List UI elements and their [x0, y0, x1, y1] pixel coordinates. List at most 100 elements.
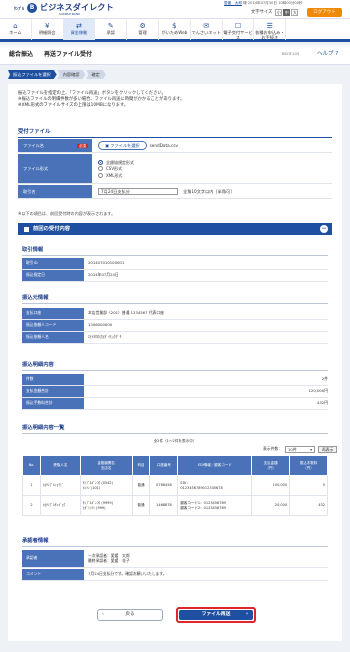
- nav-approval[interactable]: ✎ 承認: [95, 19, 128, 40]
- page-size-label: 表示件数：: [263, 446, 282, 452]
- chevron-left-icon: ‹: [102, 612, 104, 617]
- font-size-switcher: 文字サイズ 小 中 大: [251, 9, 299, 16]
- chevron-right-icon: ›: [246, 612, 248, 617]
- required-badge: 必須: [77, 143, 88, 148]
- total-amount: 120,000円: [308, 387, 329, 393]
- fund-transfer-icon: ⇄: [76, 22, 82, 30]
- brand-sub: SAMPLE BANK: [59, 12, 81, 16]
- logout-button[interactable]: ログアウト: [307, 8, 342, 17]
- help-link[interactable]: ヘルプ ?: [317, 51, 338, 58]
- cell-edi: 顧客コード1：0123456789 顧客コード2：0123456789: [177, 495, 253, 516]
- file-name-label: ファイル名 必須: [18, 139, 92, 152]
- nav-home[interactable]: ⌂ ホーム: [0, 19, 32, 40]
- back-label: 戻る: [125, 612, 135, 617]
- page-size-select[interactable]: 10件: [284, 446, 315, 453]
- nav-label: 各種お申込み・お手続き: [255, 30, 285, 41]
- file-name-row: ファイル名 必須 ▣ ファイルを選択 sendData.csv: [18, 139, 332, 153]
- page-size-control: 表示件数： 10件 再表示: [263, 446, 338, 453]
- nav-management[interactable]: ⚙ 管理: [127, 19, 159, 40]
- row-label: 支払口座: [22, 308, 84, 319]
- cell-fee: 432: [289, 495, 328, 516]
- requester-name: ｴﾋﾒﾀﾛｳ(ｶ)ﾀﾞｲﾋｮｳｸﾞﾁ: [88, 333, 122, 339]
- nav-inquiry[interactable]: ¥ 明細照会: [32, 19, 64, 40]
- nav-gaitame[interactable]: $ がいためWeb: [159, 19, 191, 40]
- row-label: 件数: [22, 374, 84, 385]
- help-label: ヘルプ: [317, 51, 334, 57]
- step-confirm: 内容確認: [58, 70, 86, 79]
- requester-code-row: 振込依頼人コード 1306000000: [22, 320, 328, 332]
- col-edi: EDI情報／顧客コード: [177, 455, 253, 476]
- radio[interactable]: [98, 172, 103, 178]
- divider: [22, 370, 328, 371]
- col-no: No.: [22, 455, 41, 476]
- source-section-title: 振込元情報: [22, 295, 49, 301]
- square-icon: [24, 226, 29, 232]
- nav-fund-transfer[interactable]: ⇄ 資金移動: [63, 19, 96, 40]
- comment-text: 7月24日支払分です。確認お願いいたします。: [88, 570, 167, 576]
- bank-name: ｻﾝﾌﾟﾙ: [14, 5, 24, 11]
- summary-section-title: 振込明細内容: [22, 362, 54, 368]
- font-size-large[interactable]: 大: [291, 9, 299, 16]
- format-option-xml[interactable]: XML形式: [98, 172, 134, 178]
- page-subtitle: 再送ファイル受付: [44, 51, 93, 58]
- radio-selected[interactable]: [98, 159, 103, 165]
- comment-row: コメント 7月24日支払分です。確認お願いいたします。: [22, 569, 328, 581]
- action-buttons: ‹ 戻る ファイル再送 ›: [8, 607, 342, 625]
- approver-names: 一次承認者：愛媛 太郎 最終承認者：愛媛 花子: [88, 552, 130, 563]
- e-delivery-icon: ☐: [234, 22, 242, 30]
- application-icon: ☰: [266, 22, 273, 30]
- home-icon: ⌂: [13, 22, 18, 30]
- nav-e-delivery[interactable]: ☐ 電子交付サービス: [223, 19, 255, 40]
- tx-id-row: 取引ID 201407010100001: [22, 258, 328, 270]
- total-fee: 432円: [316, 399, 328, 405]
- nav-label: ホーム: [9, 30, 22, 35]
- table-row: 1 ｶ)ｻﾝﾌﾟﾙｼｮｳｼﾞ ｻﾝﾌﾟﾙｷﾞﾝｺｳ (0542) ﾎﾝﾃﾝ (1…: [22, 475, 328, 496]
- format-label: XML形式: [106, 172, 123, 178]
- header: ｻﾝﾌﾟﾙ B ビジネスダイレクト SAMPLE BANK 愛媛 太郎 様 20…: [0, 0, 350, 18]
- step-complete: 確定: [86, 70, 105, 79]
- main-panel: 振込ファイルを指定の上、「ファイル再送」ボタンをクリックしてください。 ※振込フ…: [8, 84, 342, 641]
- description: 振込ファイルを指定の上、「ファイル再送」ボタンをクリックしてください。 ※振込フ…: [18, 91, 184, 110]
- resend-label: ファイル再送: [201, 612, 231, 617]
- divider: [22, 546, 328, 547]
- user-name[interactable]: 愛媛 太郎: [224, 1, 242, 5]
- detail-table: No. 受取人名 金融機関名 支店名 科目 口座番号 EDI情報／顧客コード 支…: [22, 455, 328, 516]
- transfer-date-row: 振込指定日 2014年07月24日: [22, 270, 328, 282]
- brand-mark-icon: B: [27, 3, 37, 13]
- redisplay-button[interactable]: 再表示: [317, 446, 338, 453]
- resend-file-button[interactable]: ファイル再送 ›: [176, 607, 256, 623]
- nav-label: 承認: [106, 30, 115, 35]
- nav-label: でんさいネット: [191, 30, 221, 35]
- requester-name-row: 振込依頼人名 ｴﾋﾒﾀﾛｳ(ｶ)ﾀﾞｲﾋｮｳｸﾞﾁ: [22, 332, 328, 344]
- format-option-csv[interactable]: CSV形式: [98, 166, 134, 171]
- nav-label: 資金移動: [70, 30, 88, 35]
- description-line: ※XML形式のファイルサイズの上限は10MBになります。: [18, 103, 129, 109]
- divider: [22, 255, 328, 256]
- format-label: CSV形式: [106, 166, 123, 171]
- divider: [22, 303, 328, 304]
- choose-file-button[interactable]: ▣ ファイルを選択: [98, 140, 147, 151]
- col-amount: 支払金額 （円）: [251, 455, 291, 476]
- brand-logo[interactable]: ｻﾝﾌﾟﾙ B ビジネスダイレクト SAMPLE BANK: [14, 3, 114, 16]
- memo-input[interactable]: 7月24日支払分: [98, 188, 178, 195]
- debit-account-row: 支払口座 本店営業部（201）普通 1234567 代表口座: [22, 308, 328, 320]
- format-label: 全銀協規定形式: [106, 159, 134, 165]
- font-size-small[interactable]: 小: [275, 9, 283, 16]
- nav-densai[interactable]: ✉ でんさいネット: [191, 19, 223, 40]
- page-title-bar: 総合振込 再送ファイル受付 BSOF105 ヘルプ ?: [0, 45, 350, 65]
- collapse-icon[interactable]: −: [320, 225, 328, 233]
- cell-kind: 普通: [131, 495, 151, 516]
- approver-row: 承認者 一次承認者：愛媛 太郎 最終承認者：愛媛 花子: [22, 550, 328, 568]
- font-size-label: 文字サイズ: [251, 9, 273, 15]
- detail-list-title: 振込明細内容一覧: [22, 425, 65, 431]
- last-login: 2014年07月30日 10時00分00秒: [247, 1, 303, 5]
- cell-fee: 0: [289, 475, 328, 496]
- radio[interactable]: [98, 166, 103, 171]
- back-button[interactable]: ‹ 戻る: [97, 609, 163, 621]
- font-size-medium[interactable]: 中: [283, 9, 291, 16]
- row-label: 取引ID: [22, 258, 84, 269]
- previous-content-bar[interactable]: 前回の受付内容 −: [18, 223, 332, 235]
- cell-bank: ｻﾝﾌﾟﾙｷﾞﾝｺｳ (0542) ﾎﾝﾃﾝ (101): [79, 475, 133, 496]
- nav-application[interactable]: ☰ 各種お申込み・お手続き: [254, 19, 287, 41]
- format-option-zengin[interactable]: 全銀協規定形式: [98, 159, 134, 165]
